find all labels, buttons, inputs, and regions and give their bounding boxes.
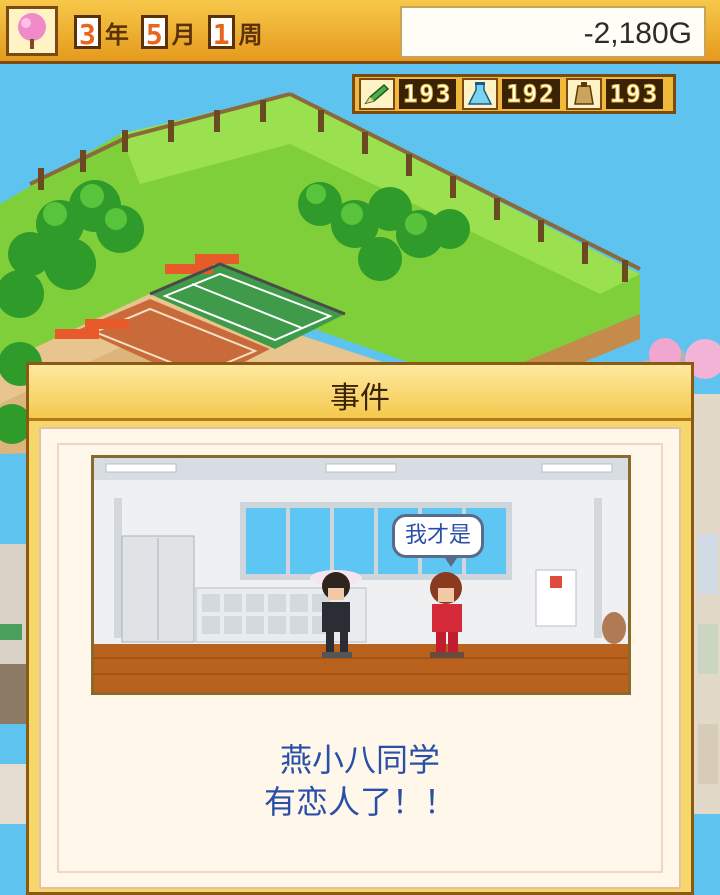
weight-icon xyxy=(565,78,602,110)
event-dialog[interactable]: 事件 我才是 燕小八同学 有恋人了！！ xyxy=(26,362,694,895)
flask-icon xyxy=(462,78,499,110)
school-stats-bar: 193 192 193 xyxy=(352,74,677,114)
sakura-tree-icon xyxy=(6,6,58,56)
event-illustration: 我才是 xyxy=(91,455,631,695)
dialog-title: 事件 xyxy=(330,381,390,416)
speech-bubble: 我才是 xyxy=(392,514,485,567)
money-value: -2,180G xyxy=(583,17,692,50)
event-message-line-2: 有恋人了！！ xyxy=(263,783,456,821)
classroom-scene xyxy=(94,458,628,692)
month-unit: 月 xyxy=(171,20,196,49)
week-number: 1 xyxy=(207,15,235,51)
study-stat-value: 193 xyxy=(399,79,457,109)
top-status-bar: 3 年 5 月 1 周 -2,180G xyxy=(0,0,720,64)
speech-bubble-text: 我才是 xyxy=(405,523,472,548)
year-number: 3 xyxy=(74,15,101,51)
event-message-line-1: 燕小八同学 xyxy=(279,741,440,779)
money-display: -2,180G xyxy=(400,6,706,58)
strength-stat-value: 193 xyxy=(605,79,664,109)
month-number: 5 xyxy=(140,15,168,51)
year-unit: 年 xyxy=(104,20,129,49)
calendar-date: 3 年 5 月 1 周 xyxy=(74,12,275,52)
science-stat-value: 192 xyxy=(502,79,560,109)
dialog-header: 事件 xyxy=(29,365,691,421)
event-message: 燕小八同学 有恋人了！！ xyxy=(29,739,691,823)
speech-bubble-tail xyxy=(443,555,459,567)
pencil-icon xyxy=(359,78,395,110)
week-unit: 周 xyxy=(238,20,263,49)
